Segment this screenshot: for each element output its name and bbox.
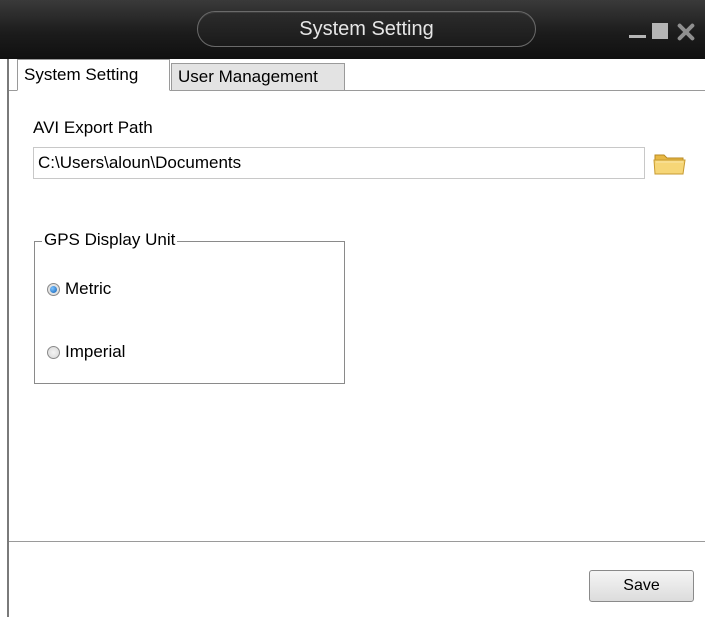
close-icon[interactable] — [675, 22, 705, 40]
metric-label: Metric — [65, 279, 112, 298]
avi-export-path-input[interactable] — [33, 147, 645, 179]
metric-radio-option[interactable]: Metric — [47, 278, 111, 300]
folder-icon[interactable] — [652, 147, 688, 179]
window-left-border — [7, 59, 9, 617]
footer-divider — [9, 541, 705, 542]
avi-export-path-label: AVI Export Path — [33, 118, 153, 137]
tab-system-setting[interactable]: System Setting — [17, 59, 170, 91]
tab-user-management[interactable]: User Management — [171, 63, 345, 90]
imperial-label: Imperial — [65, 342, 126, 361]
title-bar: System Setting — [0, 0, 705, 59]
imperial-radio-option[interactable]: Imperial — [47, 341, 125, 363]
tab-bar: System Setting User Management — [9, 59, 705, 91]
minimize-icon[interactable] — [628, 22, 646, 40]
save-button[interactable]: Save — [589, 570, 694, 602]
maximize-icon[interactable] — [652, 22, 670, 40]
imperial-radio[interactable] — [47, 345, 60, 359]
gps-display-unit-label: GPS Display Unit — [42, 230, 178, 250]
metric-radio[interactable] — [47, 282, 60, 296]
window-title: System Setting — [197, 11, 536, 47]
